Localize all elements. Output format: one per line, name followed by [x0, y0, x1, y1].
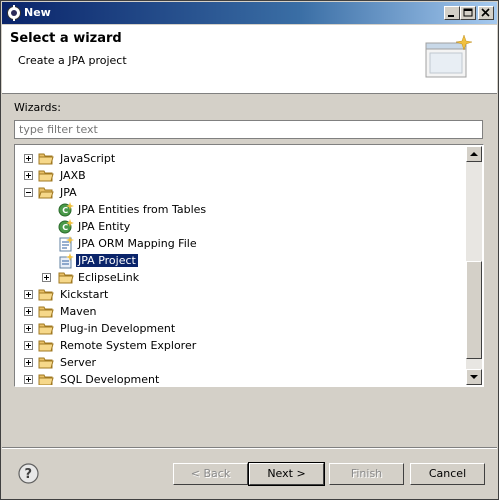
folder-icon	[38, 153, 54, 165]
folder-icon	[38, 323, 54, 335]
tree-item-label: JPA Entities from Tables	[78, 203, 207, 216]
minimize-icon	[448, 15, 454, 17]
expand-icon[interactable]	[24, 341, 33, 350]
tree-item-label: Server	[60, 356, 97, 369]
minimize-button[interactable]	[444, 6, 460, 20]
expand-icon[interactable]	[24, 154, 33, 163]
tree-item-label: SQL Development	[60, 373, 160, 385]
folder-icon	[38, 289, 54, 301]
expand-icon[interactable]	[24, 307, 33, 316]
tree-item-jpa-project[interactable]: JPA Project	[16, 252, 468, 269]
tree-item-maven[interactable]: Maven	[16, 303, 468, 320]
expand-icon[interactable]	[24, 171, 33, 180]
open-folder-icon	[38, 187, 54, 199]
banner-description: Create a JPA project	[18, 54, 127, 67]
jpa-entity-wizard-icon: C	[58, 219, 74, 234]
wizard-tree-list: JavaScript JAXB JPA C JPA Entities from …	[16, 146, 468, 385]
tree-item-label: JPA Project	[75, 253, 139, 268]
title-bar[interactable]: New	[2, 2, 497, 24]
tree-item-label: JPA ORM Mapping File	[78, 237, 197, 250]
tree-item-jpa-orm-mapping-file[interactable]: JPA ORM Mapping File	[16, 235, 468, 252]
svg-text:C: C	[62, 223, 68, 232]
folder-icon	[38, 357, 54, 369]
svg-text:C: C	[62, 206, 68, 215]
footer-separator	[2, 447, 497, 449]
arrow-up-icon	[470, 152, 478, 156]
close-icon	[481, 8, 490, 17]
tree-item-label: Maven	[60, 305, 97, 318]
wizard-banner-icon	[425, 34, 473, 78]
back-button[interactable]: < Back	[173, 463, 248, 485]
arrow-down-icon	[470, 375, 478, 379]
tree-item-server[interactable]: Server	[16, 354, 468, 371]
tree-item-plug-in-development[interactable]: Plug-in Development	[16, 320, 468, 337]
tree-item-remote-system-explorer[interactable]: Remote System Explorer	[16, 337, 468, 354]
maximize-icon	[463, 8, 473, 17]
folder-icon	[38, 170, 54, 182]
tree-item-jpa-entities-from-tables[interactable]: C JPA Entities from Tables	[16, 201, 468, 218]
new-wizard-dialog: New Select a wizard Create a JPA project…	[0, 0, 499, 500]
folder-icon	[38, 374, 54, 385]
wizard-banner: Select a wizard Create a JPA project	[2, 25, 497, 94]
tree-item-kickstart[interactable]: Kickstart	[16, 286, 468, 303]
tree-item-eclipselink[interactable]: EclipseLink	[16, 269, 468, 286]
tree-item-javascript[interactable]: JavaScript	[16, 150, 468, 167]
tree-item-jpa[interactable]: JPA	[16, 184, 468, 201]
expand-icon[interactable]	[24, 324, 33, 333]
tree-item-jpa-entity[interactable]: C JPA Entity	[16, 218, 468, 235]
collapse-icon[interactable]	[24, 188, 33, 197]
scroll-up-button[interactable]	[466, 146, 482, 162]
finish-button[interactable]: Finish	[329, 463, 404, 485]
eclipse-icon	[7, 5, 21, 21]
close-button[interactable]	[478, 6, 494, 20]
tree-item-label: EclipseLink	[78, 271, 140, 284]
wizards-label: Wizards:	[14, 101, 61, 114]
cancel-button[interactable]: Cancel	[410, 463, 485, 485]
tree-item-label: JPA	[60, 186, 77, 199]
tree-item-label: Remote System Explorer	[60, 339, 197, 352]
folder-icon	[58, 272, 74, 284]
tree-item-sql-development[interactable]: SQL Development	[16, 371, 468, 385]
tree-item-label: JPA Entity	[78, 220, 131, 233]
window-title: New	[24, 6, 51, 19]
banner-title: Select a wizard	[10, 31, 122, 46]
tree-item-label: Plug-in Development	[60, 322, 176, 335]
tree-item-label: Kickstart	[60, 288, 109, 301]
scroll-down-button[interactable]	[466, 369, 482, 385]
tree-item-label: JAXB	[60, 169, 86, 182]
filter-input[interactable]	[14, 120, 483, 139]
jpa-entity-wizard-icon: C	[58, 202, 74, 217]
tree-item-jaxb[interactable]: JAXB	[16, 167, 468, 184]
folder-icon	[38, 340, 54, 352]
wizard-tree: JavaScript JAXB JPA C JPA Entities from …	[14, 144, 484, 387]
scroll-thumb[interactable]	[466, 261, 482, 359]
svg-text:?: ?	[25, 467, 33, 482]
expand-icon[interactable]	[24, 290, 33, 299]
tree-vertical-scrollbar[interactable]	[466, 146, 482, 385]
orm-mapping-file-icon	[59, 236, 74, 252]
next-button[interactable]: Next >	[248, 462, 325, 486]
expand-icon[interactable]	[24, 358, 33, 367]
help-icon[interactable]: ?	[18, 463, 39, 484]
maximize-button[interactable]	[460, 6, 476, 20]
expand-icon[interactable]	[24, 375, 33, 384]
tree-item-label: JavaScript	[60, 152, 116, 165]
jpa-project-wizard-icon	[59, 253, 74, 269]
expand-icon[interactable]	[42, 273, 51, 282]
folder-icon	[38, 306, 54, 318]
